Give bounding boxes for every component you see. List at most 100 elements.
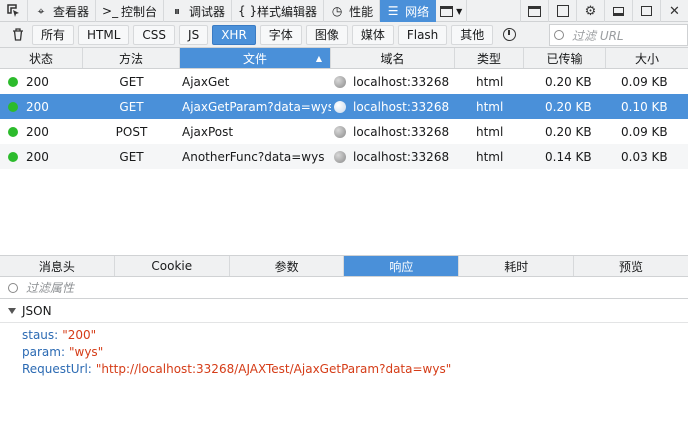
file-cell: AnotherFunc?data=wys (182, 149, 325, 164)
tab-console-label: 控制台 (121, 4, 158, 19)
property-filter-placeholder: 过滤属性 (26, 281, 75, 295)
dock-button[interactable] (604, 0, 632, 22)
filter-css-button[interactable]: CSS (133, 24, 176, 45)
size-cell: 0.10 KB (621, 99, 668, 114)
status-code: 200 (26, 74, 49, 89)
type-cell: html (476, 149, 504, 164)
more-tools-dropdown[interactable]: ▼ (436, 0, 468, 22)
element-picker-button[interactable] (0, 0, 28, 22)
dock-icon (613, 6, 624, 16)
json-value: "http://localhost:33268/AJAXTest/AjaxGet… (95, 361, 452, 376)
performance-analysis-button[interactable] (499, 25, 519, 45)
tab-network[interactable]: ☰ 网络 (380, 0, 437, 22)
devtools-toolbar: ⌖ 查看器 >_ 控制台 ⏸ 调试器 { } 样式编辑器 ◷ 性能 ☰ 网络 ▼… (0, 0, 688, 22)
tab-timings[interactable]: 耗时 (459, 256, 575, 276)
file-cell: AjaxGetParam?data=wys (182, 99, 331, 114)
domain-cell: localhost:33268 (331, 69, 455, 94)
filter-all-button[interactable]: 所有 (32, 24, 75, 45)
column-method[interactable]: 方法 (83, 48, 180, 68)
console-icon: >_ (102, 4, 119, 18)
expand-triangle-icon (8, 307, 16, 314)
table-row[interactable]: 200 GET AjaxGetParam?data=wys localhost:… (0, 94, 688, 119)
json-property[interactable]: staus: "200" (0, 326, 688, 343)
transferred-cell: 0.14 KB (545, 149, 592, 164)
filter-fonts-button[interactable]: 字体 (259, 24, 302, 45)
tab-style-editor[interactable]: { } 样式编辑器 (232, 0, 325, 22)
json-property[interactable]: param: "wys" (0, 343, 688, 360)
property-filter-input[interactable]: 过滤属性 (0, 277, 688, 299)
details-tabs: 消息头 Cookie 参数 响应 耗时 预览 (0, 255, 688, 277)
split-console-button[interactable] (520, 0, 548, 22)
filter-other-button[interactable]: 其他 (451, 24, 494, 45)
tab-inspector[interactable]: ⌖ 查看器 (28, 0, 97, 22)
status-cell: 200 (0, 94, 83, 119)
sort-ascending-icon: ▲ (315, 53, 322, 63)
json-property[interactable]: RequestUrl: "http://localhost:33268/AJAX… (0, 360, 688, 377)
filter-images-button[interactable]: 图像 (305, 24, 348, 45)
performance-icon: ◷ (331, 4, 343, 18)
method-cell: GET (119, 74, 144, 89)
column-file-label: 文件 (242, 51, 267, 66)
tab-preview[interactable]: 预览 (574, 256, 688, 276)
status-cell: 200 (0, 119, 83, 144)
status-ok-icon (8, 126, 18, 137)
detach-button[interactable] (632, 0, 660, 22)
close-button[interactable]: ✕ (660, 0, 688, 22)
responsive-design-button[interactable] (548, 0, 576, 22)
tab-cookies[interactable]: Cookie (115, 256, 230, 276)
type-cell: html (476, 99, 504, 114)
tab-params[interactable]: 参数 (230, 256, 345, 276)
layout-icon (440, 5, 454, 17)
tab-response[interactable]: 响应 (344, 256, 460, 276)
clock-icon (502, 28, 516, 41)
status-ok-icon (8, 151, 18, 162)
domain-text: localhost:33268 (353, 149, 450, 164)
size-cell: 0.09 KB (621, 124, 668, 139)
globe-icon (334, 75, 346, 88)
status-cell: 200 (0, 69, 83, 94)
table-row[interactable]: 200 POST AjaxPost localhost:33268 html 0… (0, 119, 688, 144)
tab-debugger[interactable]: ⏸ 调试器 (164, 0, 233, 22)
detach-icon (641, 6, 652, 16)
tab-performance[interactable]: ◷ 性能 (324, 0, 381, 22)
search-icon (8, 282, 18, 293)
responsive-design-icon (556, 5, 569, 17)
json-key: param (22, 344, 61, 359)
tab-headers[interactable]: 消息头 (0, 256, 115, 276)
filter-media-button[interactable]: 媒体 (351, 24, 394, 45)
column-type[interactable]: 类型 (455, 48, 524, 68)
requests-table-header: 状态 方法 文件 ▲ 域名 类型 已传输 大小 (0, 48, 688, 69)
gear-icon: ⚙ (584, 3, 597, 19)
tab-console[interactable]: >_ 控制台 (96, 0, 165, 22)
url-filter-input[interactable]: 过滤 URL (549, 24, 688, 46)
column-status[interactable]: 状态 (0, 48, 83, 68)
close-icon: ✕ (669, 3, 680, 19)
clear-button[interactable] (4, 24, 32, 46)
column-domain[interactable]: 域名 (331, 48, 455, 68)
filter-html-button[interactable]: HTML (78, 24, 130, 45)
json-separator: : (87, 361, 92, 376)
status-code: 200 (26, 99, 49, 114)
json-separator: : (60, 344, 65, 359)
filter-flash-button[interactable]: Flash (397, 24, 448, 45)
json-section-header[interactable]: JSON (0, 299, 688, 323)
file-cell: AjaxGet (182, 74, 230, 89)
status-ok-icon (8, 101, 18, 112)
column-size[interactable]: 大小 (606, 48, 688, 68)
tab-inspector-label: 查看器 (53, 4, 90, 19)
settings-button[interactable]: ⚙ (576, 0, 604, 22)
tab-performance-label: 性能 (349, 4, 374, 19)
table-row[interactable]: 200 GET AnotherFunc?data=wys localhost:3… (0, 144, 688, 169)
column-transferred[interactable]: 已传输 (524, 48, 606, 68)
method-cell: GET (119, 99, 144, 114)
filter-js-button[interactable]: JS (179, 24, 209, 45)
search-icon (554, 30, 564, 40)
filter-xhr-button[interactable]: XHR (212, 24, 256, 45)
domain-text: localhost:33268 (353, 124, 450, 139)
table-row[interactable]: 200 GET AjaxGet localhost:33268 html 0.2… (0, 69, 688, 94)
column-file[interactable]: 文件 ▲ (180, 48, 331, 68)
transferred-cell: 0.20 KB (545, 74, 592, 89)
size-cell: 0.09 KB (621, 74, 668, 89)
file-cell: AjaxPost (182, 124, 234, 139)
domain-text: localhost:33268 (353, 74, 450, 89)
